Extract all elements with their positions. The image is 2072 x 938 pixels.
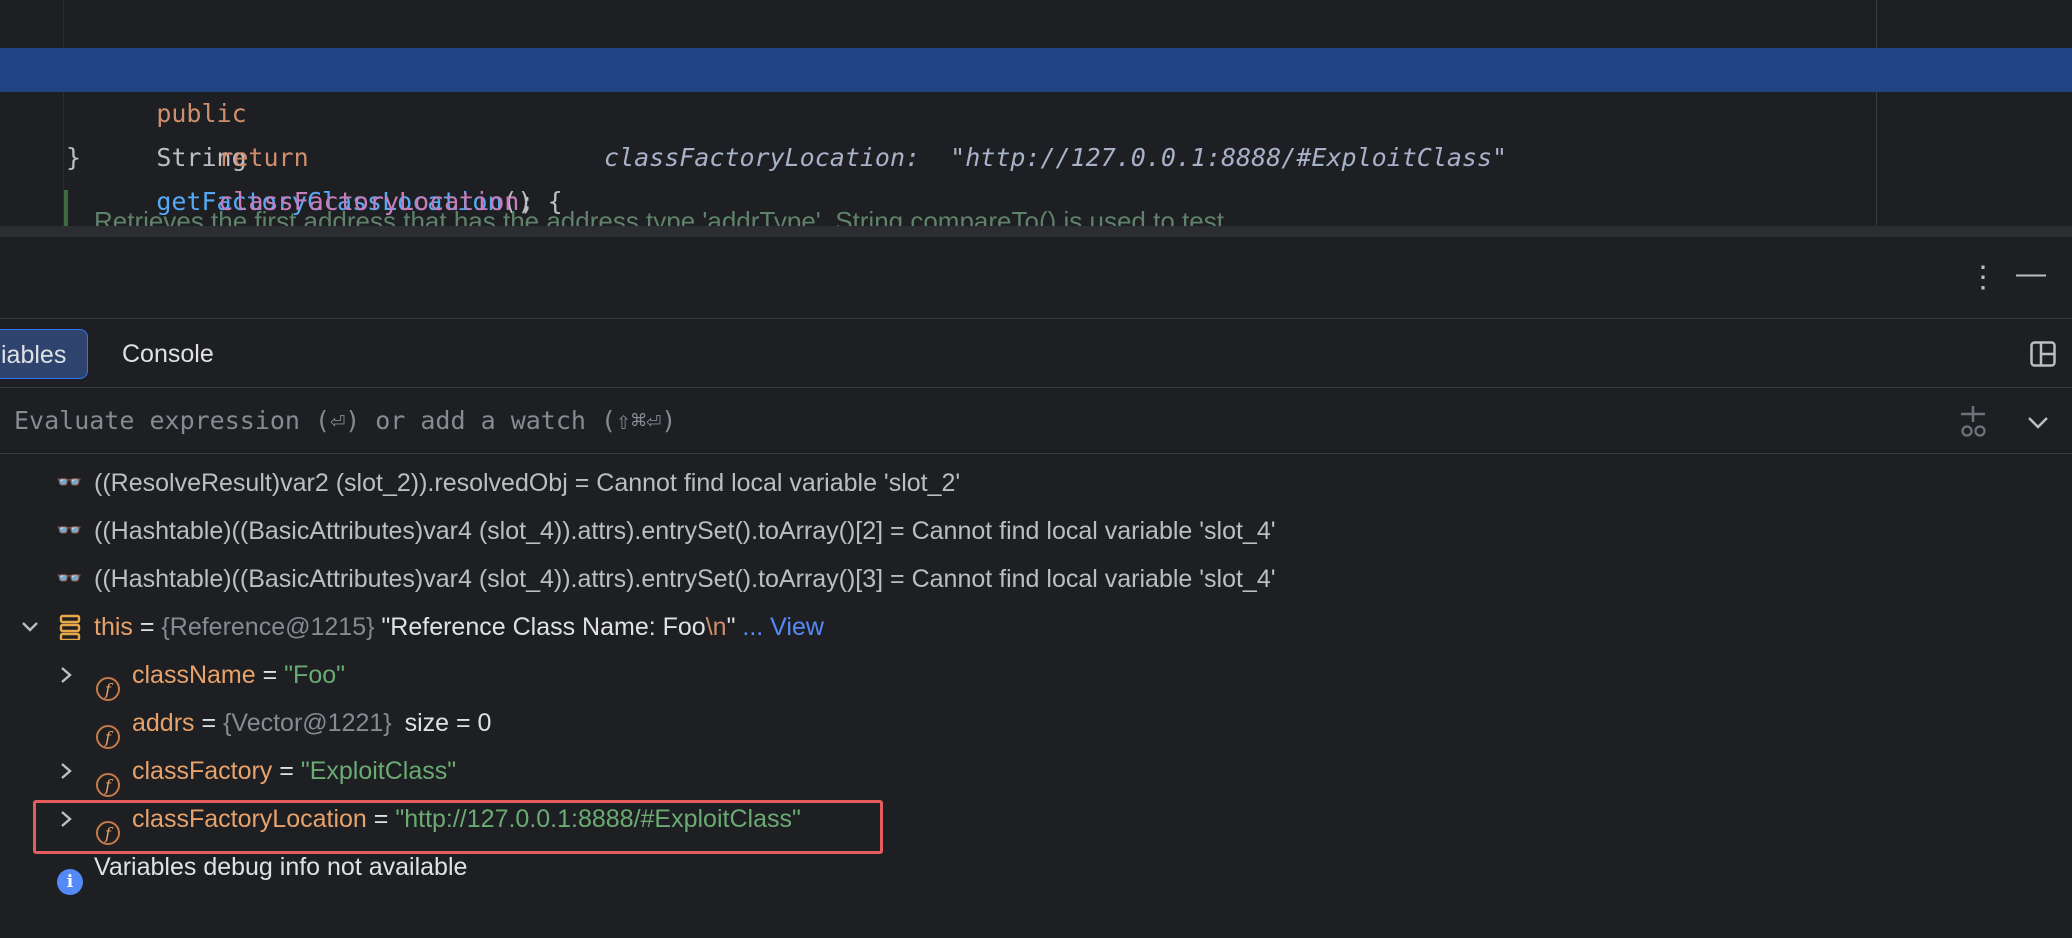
evaluate-expression-row bbox=[0, 388, 2072, 454]
watch-row-1[interactable]: 👓 ((ResolveResult)var2 (slot_2)).resolve… bbox=[0, 459, 2072, 507]
watch-row-2[interactable]: 👓 ((Hashtable)((BasicAttributes)var4 (sl… bbox=[0, 507, 2072, 555]
watch-glasses-icon: 👓 bbox=[56, 471, 83, 494]
equals-sign: = bbox=[139, 613, 155, 641]
object-reference: {Vector@1221} bbox=[223, 709, 392, 737]
watch-row-3[interactable]: 👓 ((Hashtable)((BasicAttributes)var4 (sl… bbox=[0, 555, 2072, 603]
tree-row-field[interactable]: f className = "Foo" bbox=[0, 651, 2072, 701]
string-value: "Foo" bbox=[284, 661, 345, 689]
doc-comment-text: Retrieves the first address that has the… bbox=[94, 206, 1224, 226]
equals-sign: = bbox=[279, 757, 294, 785]
panel-splitter[interactable] bbox=[0, 226, 2072, 237]
field-icon: f bbox=[96, 711, 122, 749]
string-value: "ExploitClass" bbox=[300, 757, 457, 785]
tree-row-field[interactable]: f addrs = {Vector@1221} size = 0 bbox=[0, 699, 2072, 749]
watch-expression-text: ((Hashtable)((BasicAttributes)var4 (slot… bbox=[94, 517, 1276, 545]
object-icon bbox=[59, 614, 81, 640]
watch-glasses-icon: 👓 bbox=[56, 519, 83, 542]
escape-sequence: \n bbox=[705, 613, 727, 641]
field-name: classFactory bbox=[132, 757, 273, 785]
field-name: className bbox=[132, 661, 256, 689]
chevron-down-icon[interactable] bbox=[2026, 410, 2050, 434]
annotation-highlight-box bbox=[33, 800, 883, 854]
chevron-right-icon[interactable] bbox=[56, 665, 80, 685]
field-icon: f bbox=[96, 663, 122, 701]
object-reference: {Reference@1215} bbox=[161, 613, 375, 641]
closing-brace: } bbox=[66, 143, 82, 172]
keyword-return: return bbox=[218, 143, 309, 172]
info-icon: i bbox=[57, 855, 83, 895]
watch-expression-text: ((Hashtable)((BasicAttributes)var4 (slot… bbox=[94, 565, 1276, 593]
equals-sign: = bbox=[201, 709, 217, 737]
watch-glasses-icon: 👓 bbox=[56, 567, 83, 590]
equals-sign: = bbox=[262, 661, 278, 689]
inline-value-hint: classFactoryLocation: "http://127.0.0.1:… bbox=[604, 143, 1508, 172]
view-link[interactable]: ... View bbox=[742, 613, 824, 641]
tab-console[interactable]: Console bbox=[122, 329, 214, 379]
watch-expression-text: ((ResolveResult)var2 (slot_2)).resolvedO… bbox=[94, 469, 961, 497]
field-icon: f bbox=[96, 759, 122, 797]
field-name: addrs bbox=[132, 709, 195, 737]
variable-value: "Reference Class Name: Foo bbox=[381, 613, 706, 641]
chevron-right-icon[interactable] bbox=[56, 761, 80, 781]
evaluate-expression-input[interactable] bbox=[12, 398, 1916, 444]
layout-icon[interactable] bbox=[2030, 341, 2056, 367]
tree-row-this[interactable]: this = {Reference@1215} "Reference Class… bbox=[0, 603, 2072, 651]
variable-name: this bbox=[94, 613, 133, 641]
tree-row-field[interactable]: f classFactory = "ExploitClass" bbox=[0, 747, 2072, 797]
add-watch-icon[interactable] bbox=[1958, 404, 1988, 438]
size-value: size = 0 bbox=[404, 709, 492, 737]
closing-quote: " bbox=[726, 613, 736, 641]
doc-comment-bar bbox=[64, 190, 68, 226]
code-line-3[interactable]: } bbox=[0, 92, 2072, 172]
tab-variables[interactable]: iables bbox=[0, 329, 88, 379]
debug-tool-window: ⋮ — iables Console 👓 ((ResolveResult)var… bbox=[0, 237, 2072, 938]
debug-header: ⋮ — bbox=[0, 237, 2072, 318]
debug-tabs-row: iables Console bbox=[0, 318, 2072, 388]
chevron-down-icon[interactable] bbox=[18, 617, 42, 637]
minimize-icon[interactable]: — bbox=[2016, 259, 2046, 289]
code-editor[interactable]: public String getFactoryClassLocation() … bbox=[0, 0, 2072, 226]
code-line-1[interactable]: public String getFactoryClassLocation() … bbox=[0, 4, 2072, 216]
code-line-2-execution-point[interactable]: return classFactoryLocation; classFactor… bbox=[0, 48, 2072, 216]
more-vertical-icon[interactable]: ⋮ bbox=[1968, 263, 1998, 293]
